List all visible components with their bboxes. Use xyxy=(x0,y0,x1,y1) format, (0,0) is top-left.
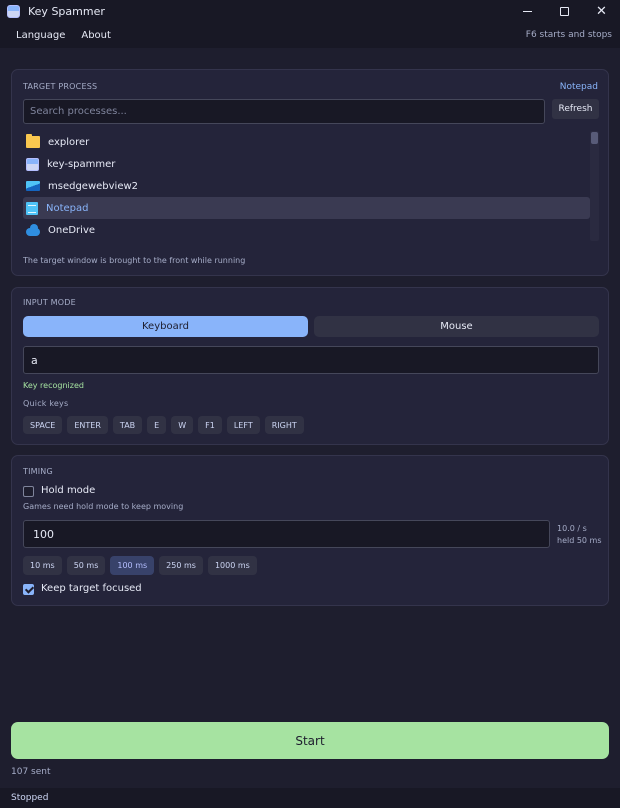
menu-about[interactable]: About xyxy=(81,30,111,41)
tab-keyboard[interactable]: Keyboard xyxy=(23,316,308,337)
menu-bar: Language About F6 starts and stops xyxy=(0,22,620,48)
status-text: Stopped xyxy=(11,793,49,803)
notepad-icon xyxy=(26,201,38,215)
hold-mode-note: Games need hold mode to keep moving xyxy=(23,502,184,511)
keep-focused-checkbox[interactable] xyxy=(23,584,34,595)
menu-language[interactable]: Language xyxy=(16,30,65,41)
close-icon: ✕ xyxy=(596,3,607,19)
refresh-button[interactable]: Refresh xyxy=(552,99,599,119)
interval-input[interactable] xyxy=(23,520,550,548)
quick-keys-row: SPACE ENTER TAB E W F1 LEFT RIGHT xyxy=(23,416,304,434)
folder-icon xyxy=(26,134,40,148)
interval-presets-row: 10 ms 50 ms 100 ms 250 ms 1000 ms xyxy=(23,556,257,575)
process-row-onedrive[interactable]: OneDrive xyxy=(23,219,590,241)
key-recognized-status: Key recognized xyxy=(23,381,84,390)
preset-1000ms[interactable]: 1000 ms xyxy=(207,556,257,575)
preset-250ms[interactable]: 250 ms xyxy=(159,556,203,575)
window-controls: ✕ xyxy=(509,0,620,22)
quick-key-space[interactable]: SPACE xyxy=(23,416,63,434)
start-button[interactable]: Start xyxy=(11,722,609,759)
hold-mode-label: Hold mode xyxy=(41,485,96,496)
process-row-notepad[interactable]: Notepad xyxy=(23,197,590,219)
selected-process-label: Notepad xyxy=(559,82,598,92)
quick-keys-label: Quick keys xyxy=(23,399,69,408)
minimize-icon xyxy=(523,10,532,12)
process-list-scrollbar[interactable] xyxy=(590,131,599,241)
preset-50ms[interactable]: 50 ms xyxy=(66,556,106,575)
status-bar: Stopped xyxy=(0,788,620,808)
quick-key-f1[interactable]: F1 xyxy=(198,416,222,434)
rate-readout: 10.0 / s xyxy=(557,524,587,533)
maximize-icon xyxy=(560,6,569,16)
quick-key-e[interactable]: E xyxy=(147,416,167,434)
scrollbar-thumb[interactable] xyxy=(591,132,598,144)
process-name: key-spammer xyxy=(47,158,116,170)
section-label-target: TARGET PROCESS xyxy=(23,82,98,91)
tab-mouse[interactable]: Mouse xyxy=(314,316,599,337)
maximize-button[interactable] xyxy=(546,0,583,22)
quick-key-left[interactable]: LEFT xyxy=(226,416,260,434)
quick-key-enter[interactable]: ENTER xyxy=(67,416,108,434)
minimize-button[interactable] xyxy=(509,0,546,22)
close-button[interactable]: ✕ xyxy=(583,0,620,22)
preset-10ms[interactable]: 10 ms xyxy=(23,556,62,575)
process-name: OneDrive xyxy=(48,224,96,236)
input-mode-panel: INPUT MODE Keyboard Mouse Key recognized… xyxy=(11,287,609,445)
hotkey-hint: F6 starts and stops xyxy=(525,30,612,40)
process-list: explorer key-spammer msedgewebview2 Note… xyxy=(23,131,590,241)
hold-readout: held 50 ms xyxy=(557,536,602,545)
process-name: Notepad xyxy=(46,202,89,214)
preset-100ms[interactable]: 100 ms xyxy=(110,556,155,575)
edge-icon xyxy=(26,181,40,191)
process-name: msedgewebview2 xyxy=(48,180,139,192)
timing-panel: TIMING Hold mode Games need hold mode to… xyxy=(11,455,609,606)
keep-focused-label: Keep target focused xyxy=(41,583,142,594)
key-input[interactable] xyxy=(23,346,599,374)
process-row-msedgewebview2[interactable]: msedgewebview2 xyxy=(23,175,590,197)
process-search-input[interactable] xyxy=(23,99,545,124)
section-label-timing: TIMING xyxy=(23,467,53,476)
sent-counter: 107 sent xyxy=(11,767,51,777)
quick-key-tab[interactable]: TAB xyxy=(112,416,143,434)
cloud-icon xyxy=(26,223,40,236)
process-name: explorer xyxy=(48,136,90,148)
title-bar: Key Spammer ✕ xyxy=(0,0,620,22)
quick-key-right[interactable]: RIGHT xyxy=(264,416,304,434)
app-icon xyxy=(7,4,20,18)
quick-key-w[interactable]: W xyxy=(171,416,194,434)
process-row-key-spammer[interactable]: key-spammer xyxy=(23,153,590,175)
target-note: The target window is brought to the fron… xyxy=(23,256,246,265)
process-row-explorer[interactable]: explorer xyxy=(23,131,590,153)
app-icon xyxy=(26,157,39,171)
window-title: Key Spammer xyxy=(28,4,105,18)
hold-mode-checkbox[interactable] xyxy=(23,486,34,497)
target-process-panel: TARGET PROCESS Notepad Refresh explorer … xyxy=(11,69,609,276)
section-label-input-mode: INPUT MODE xyxy=(23,298,76,307)
